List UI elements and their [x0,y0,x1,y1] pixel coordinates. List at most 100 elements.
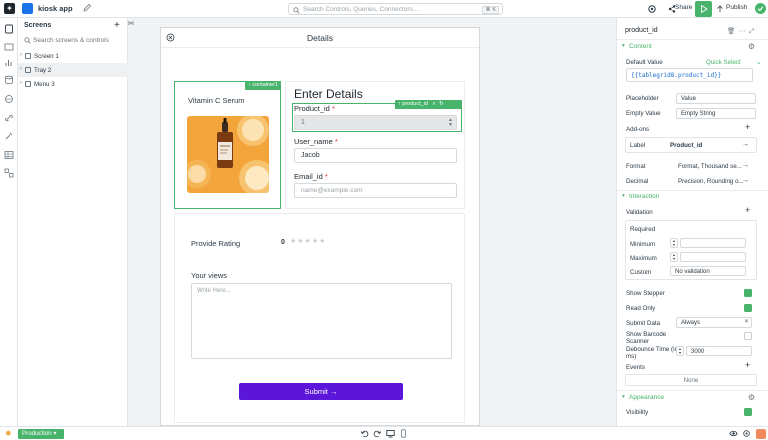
chevron-down-icon: ▾ [622,193,625,199]
empty-value-select[interactable]: Empty String [676,108,756,119]
gallery-icon[interactable] [4,168,14,178]
product-id-tag[interactable]: ↑ product_id ⌕ ↻ [395,100,462,109]
chevron-right-icon[interactable]: › [20,66,22,72]
home-icon[interactable]: ✦ [4,3,15,14]
publish-icon [717,5,723,12]
validation-box: Required Minimum ▴ ▾ Maximum ▴ ▾ Custom No… [625,220,757,280]
screen-item-menu-3[interactable]: › Menu 3 [18,77,128,91]
link-icon[interactable] [4,113,14,123]
interaction-section-header[interactable]: ▾ Interaction [617,190,768,203]
clear-icon[interactable]: ✕ [744,318,749,325]
add-validation-button[interactable]: + [745,205,750,215]
preview-button[interactable] [695,1,712,17]
debounce-stepper[interactable]: ▴ ▾ [676,346,684,356]
product-id-input[interactable]: 1 ▲ ▼ [294,115,457,130]
mobile-view-icon[interactable] [399,429,408,438]
product-card[interactable]: ↑ container1 Vitamin C Serum [174,81,281,209]
globe-icon[interactable] [4,94,14,104]
global-search[interactable]: Search Controls, Queries, Connectors... … [288,3,503,15]
add-event-button[interactable]: + [745,360,750,370]
content-section-header[interactable]: ▾ Content ⚙ [617,40,768,53]
expand-icon[interactable]: ⤢ [749,28,754,35]
publish-button[interactable]: Publish [726,4,747,11]
chevron-down-icon[interactable]: ⌄ [756,58,762,66]
tray-icon [25,67,31,73]
tools-icon[interactable] [4,131,14,141]
placeholder-input[interactable]: Value [676,93,756,104]
show-stepper-checkbox[interactable] [744,289,752,297]
share-button[interactable]: Share [675,4,692,11]
default-value-editor[interactable]: {{tablegrid8.product_id}} [626,68,753,82]
debounce-input[interactable]: 3000 [686,346,752,356]
visibility-label: Visibility [626,409,649,416]
screens-search-input[interactable]: Search screens & controls [33,37,109,44]
more-icon[interactable]: ⋯ [739,28,746,35]
bottom-bar: ✹ Production ▾ [0,426,768,440]
format-value[interactable]: Format, Thousand se... [678,163,742,170]
database-icon[interactable] [4,75,14,85]
read-only-checkbox[interactable] [744,304,752,312]
arrow-right-icon[interactable]: → [742,141,749,148]
container-tag[interactable]: ↑ container1 [245,81,281,90]
read-only-label: Read Only [626,305,656,312]
refresh-icon[interactable]: ↻ [439,101,444,107]
views-textarea[interactable]: Write Here... [191,283,452,359]
chevron-right-icon[interactable]: › [20,52,22,58]
addon-row[interactable]: Label Product_id → [625,137,757,153]
chevron-right-icon[interactable]: › [20,80,22,86]
chart-icon[interactable] [4,58,14,68]
feedback-card: Provide Rating 0 ★★★★★ Your views Write … [174,213,465,423]
settings-icon[interactable] [646,3,658,15]
environment-select[interactable]: Production ▾ [18,429,64,439]
minimum-stepper[interactable]: ▴ ▾ [670,238,678,248]
eye-icon[interactable] [729,429,738,438]
inspector-header-actions: 🗑 ⋯ ⤢ [727,27,754,36]
settings-icon[interactable] [742,429,751,438]
menu-icon [25,81,31,87]
screens-icon[interactable] [4,24,14,34]
arrow-right-icon[interactable]: → [742,162,749,169]
add-addon-button[interactable]: + [745,122,750,132]
sun-icon[interactable]: ✹ [5,429,12,438]
add-screen-button[interactable]: + [114,20,120,31]
barcode-checkbox[interactable] [744,332,752,340]
gear-icon[interactable]: ⚙ [748,393,755,402]
undo-icon[interactable] [360,429,369,438]
debounce-label: Debounce Time (in ms) [626,346,678,360]
decimal-value[interactable]: Precision, Rounding o... [678,178,744,185]
default-value-label: Default Value [626,59,663,66]
redo-icon[interactable] [373,429,382,438]
help-icon[interactable] [756,429,766,439]
maximum-stepper[interactable]: ▴ ▾ [670,252,678,262]
desktop-view-icon[interactable] [386,429,395,438]
screen-item-label: Tray 2 [34,67,52,74]
quick-select-link[interactable]: Quick Select [706,59,741,66]
submit-data-select[interactable]: Always [676,317,752,328]
visibility-checkbox[interactable] [744,408,752,416]
delete-icon[interactable]: 🗑 [727,28,735,35]
details-form-card: Enter Details ↑ product_id ⌕ ↻ Product_i… [285,81,465,209]
maximum-input[interactable] [680,252,746,262]
minimum-input[interactable] [680,238,746,248]
screen-item-tray-2[interactable]: › Tray 2 [18,63,128,77]
rating-stars[interactable]: ★★★★★ [290,237,326,245]
email-input[interactable]: name@example.com [294,183,457,198]
controls-icon[interactable] [4,42,14,52]
rating-value: 0 [281,239,285,246]
gear-icon[interactable]: ⚙ [748,42,755,51]
container-tag-label: container1 [252,82,278,88]
table-icon[interactable] [4,150,14,160]
collapse-panel-icon[interactable]: ⋈ [128,20,138,30]
stepper-icon[interactable]: ▲ ▼ [448,118,453,128]
arrow-right-icon[interactable]: → [742,177,749,184]
product-id-label: Product_id * [294,104,335,113]
search-icon[interactable]: ⌕ [433,101,436,107]
custom-validation-input[interactable]: No validation [670,266,746,276]
user-name-input[interactable]: Jacob [294,148,457,163]
submit-button[interactable]: Submit → [239,383,403,400]
screen-item-screen-1[interactable]: › Screen 1 [18,49,128,63]
custom-label: Custom [630,269,652,276]
appearance-section-header[interactable]: ▾ Appearance ⚙ [617,391,768,404]
form-title: Enter Details [294,87,363,101]
pencil-icon[interactable] [82,3,92,13]
